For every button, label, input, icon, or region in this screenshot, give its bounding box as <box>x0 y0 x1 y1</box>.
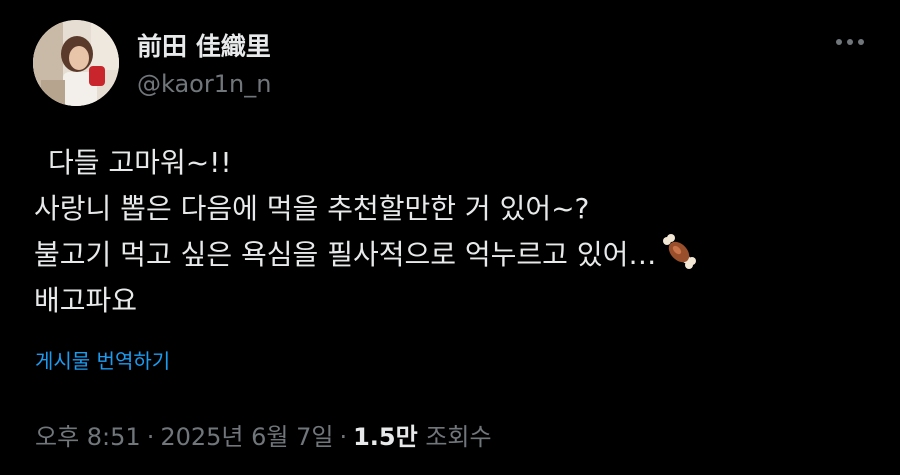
tweet-meta: 오후 8:51 · 2025년 6월 7일 · 1.5만 조회수 <box>35 417 492 452</box>
more-dot-icon <box>858 39 864 45</box>
post-date[interactable]: 2025년 6월 7일 <box>160 423 333 451</box>
meta-separator: · <box>339 423 348 451</box>
tweet-text-line: 다들 고마워~!! <box>48 146 232 179</box>
tweet-text-line: 배고파요 <box>34 284 138 317</box>
tweet-container: 前田 佳織里 @kaor1n_n 다들 고마워~!! 사랑니 뽑은 다음에 먹을… <box>0 0 900 475</box>
user-handle[interactable]: @kaor1n_n <box>137 70 271 98</box>
tweet-text-line-with-emoji: 불고기 먹고 싶은 욕심을 필사적으로 억누르고 있어… <box>34 232 874 278</box>
tweet-text: 다들 고마워~!! 사랑니 뽑은 다음에 먹을 추천할만한 거 있어~? 불고기… <box>34 140 874 324</box>
more-dot-icon <box>836 39 842 45</box>
tweet-text-line: 불고기 먹고 싶은 욕심을 필사적으로 억누르고 있어… <box>34 238 657 271</box>
avatar[interactable] <box>33 20 119 106</box>
more-dot-icon <box>847 39 853 45</box>
meat-on-bone-icon <box>663 234 697 269</box>
views-count: 1.5만 <box>353 423 418 451</box>
more-options-button[interactable] <box>830 30 870 54</box>
avatar-photo <box>33 20 119 106</box>
tweet-text-line: 사랑니 뽑은 다음에 먹을 추천할만한 거 있어~? <box>34 192 590 225</box>
translate-post-link[interactable]: 게시물 번역하기 <box>35 345 170 374</box>
post-time[interactable]: 오후 8:51 <box>35 423 141 451</box>
display-name[interactable]: 前田 佳織里 <box>137 27 271 63</box>
meta-separator: · <box>146 423 155 451</box>
views-label: 조회수 <box>425 423 492 451</box>
